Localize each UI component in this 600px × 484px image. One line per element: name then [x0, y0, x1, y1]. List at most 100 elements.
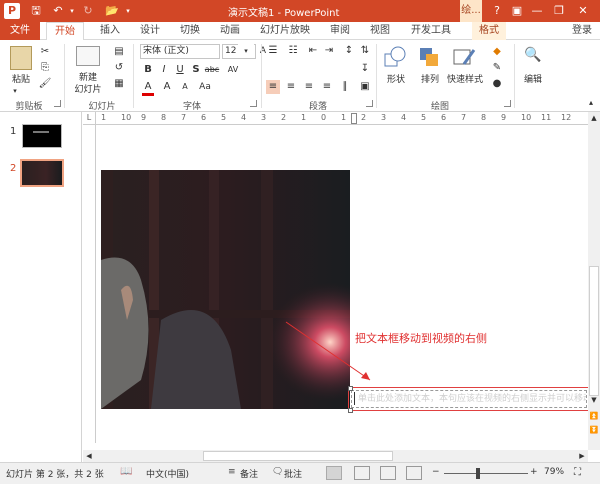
notes-icon[interactable]: ≡ — [228, 467, 236, 477]
increase-indent-icon[interactable]: ⇥ — [322, 44, 336, 58]
font-size-dropdown-icon[interactable]: ▾ — [238, 44, 254, 58]
format-painter-icon[interactable]: 🖌 — [38, 77, 52, 91]
layout-icon[interactable]: ▤ — [112, 45, 126, 59]
editing-button-label[interactable]: 编辑 — [518, 72, 548, 85]
bold-button[interactable]: B — [141, 63, 155, 77]
ribbon-display-options-icon[interactable]: ▣ — [508, 2, 526, 20]
open-folder-icon[interactable]: 📂 — [104, 3, 120, 19]
next-slide-icon[interactable]: ⏬ — [588, 424, 600, 436]
shadow-button[interactable]: S — [189, 63, 203, 77]
decrease-indent-icon[interactable]: ⇤ — [306, 44, 320, 58]
section-icon[interactable]: ▦ — [112, 77, 126, 91]
arrange-button-label[interactable]: 排列 — [414, 72, 446, 85]
change-case-button[interactable]: Aa — [196, 80, 214, 94]
sign-in-link[interactable]: 登录 — [572, 22, 592, 40]
previous-slide-icon[interactable]: ⏫ — [588, 410, 600, 422]
text-direction-icon[interactable]: ⇅ — [358, 44, 372, 58]
zoom-slider-track[interactable] — [444, 473, 528, 474]
clipboard-launcher-icon[interactable] — [54, 100, 61, 107]
vertical-scroll-thumb[interactable] — [589, 266, 599, 396]
comments-icon[interactable]: 🗨 — [272, 467, 283, 477]
numbering-icon[interactable]: ☷ — [286, 44, 300, 58]
slide-2-thumbnail[interactable] — [20, 159, 64, 187]
customize-quick-access-icon[interactable]: ▾ — [120, 3, 136, 19]
zoom-level[interactable]: 79% — [544, 467, 564, 477]
restore-icon[interactable]: ❐ — [550, 2, 568, 20]
reading-view-icon[interactable] — [380, 466, 396, 480]
new-slide-label-2[interactable]: 幻灯片 — [68, 82, 108, 95]
normal-view-icon[interactable] — [326, 466, 342, 480]
undo-dropdown-icon[interactable]: ▾ — [64, 3, 80, 19]
slideshow-view-icon[interactable] — [406, 466, 422, 480]
align-center-icon[interactable]: ≡ — [284, 80, 298, 94]
shrink-font-button[interactable]: A — [178, 80, 192, 94]
tab-slideshow[interactable]: 幻灯片放映 — [256, 22, 314, 40]
scroll-left-icon[interactable]: ◀ — [83, 450, 95, 462]
paste-dropdown-icon[interactable]: ▾ — [8, 84, 22, 98]
help-icon[interactable]: ? — [488, 2, 506, 20]
tab-selector[interactable]: L — [83, 112, 96, 125]
reset-icon[interactable]: ↺ — [112, 61, 126, 75]
slide-textbox[interactable]: 单击此处添加文本，本句应该在视频的右侧显示并可以移动 — [351, 390, 587, 408]
tab-view[interactable]: 视图 — [366, 22, 394, 40]
strikethrough-button[interactable]: abc — [203, 63, 221, 77]
font-color-button[interactable]: A — [141, 80, 155, 94]
resize-handle[interactable] — [348, 408, 353, 413]
paragraph-launcher-icon[interactable] — [366, 100, 373, 107]
comments-button[interactable]: 批注 — [284, 467, 302, 480]
quick-styles-icon[interactable] — [452, 46, 476, 68]
justify-icon[interactable]: ≡ — [320, 80, 334, 94]
zoom-in-icon[interactable]: + — [530, 467, 538, 477]
tab-review[interactable]: 审阅 — [326, 22, 354, 40]
tab-file[interactable]: 文件 — [0, 22, 40, 40]
shapes-icon[interactable] — [384, 46, 406, 68]
align-text-icon[interactable]: ↧ — [358, 62, 372, 76]
line-spacing-icon[interactable]: ↕ — [342, 44, 356, 58]
scroll-right-icon[interactable]: ▶ — [576, 450, 588, 462]
cut-icon[interactable]: ✂ — [38, 45, 52, 59]
redo-icon[interactable]: ↻ — [80, 3, 96, 19]
underline-button[interactable]: U — [173, 63, 187, 77]
tab-format[interactable]: 格式 — [472, 22, 506, 40]
slide-sorter-view-icon[interactable] — [354, 466, 370, 480]
spell-check-icon[interactable]: 📖 — [120, 466, 132, 477]
minimize-icon[interactable]: — — [528, 2, 546, 20]
arrange-icon[interactable] — [418, 46, 440, 68]
fit-slide-icon[interactable]: ⛶ — [574, 467, 581, 478]
italic-button[interactable]: I — [157, 63, 171, 77]
tab-transitions[interactable]: 切换 — [176, 22, 204, 40]
slide-1-thumbnail[interactable] — [22, 124, 62, 148]
align-right-icon[interactable]: ≡ — [302, 80, 316, 94]
resize-handle[interactable] — [348, 386, 353, 391]
shape-fill-icon[interactable]: ◆ — [490, 45, 504, 59]
collapse-ribbon-icon[interactable]: ▴ — [584, 96, 598, 110]
language-status[interactable]: 中文(中国) — [146, 467, 189, 480]
tab-developer[interactable]: 开发工具 — [406, 22, 456, 40]
smartart-icon[interactable]: ▣ — [358, 80, 372, 94]
scroll-down-icon[interactable]: ▼ — [588, 394, 600, 406]
quick-styles-button-label[interactable]: 快速样式 — [444, 72, 486, 85]
paste-icon[interactable] — [10, 46, 32, 70]
character-spacing-button[interactable]: AV — [224, 63, 242, 77]
shapes-button-label[interactable]: 形状 — [380, 72, 412, 85]
drawing-launcher-icon[interactable] — [504, 100, 511, 107]
tab-home[interactable]: 开始 — [46, 22, 84, 41]
tab-insert[interactable]: 插入 — [96, 22, 124, 40]
scroll-up-icon[interactable]: ▲ — [588, 112, 600, 124]
grow-font-button[interactable]: A — [160, 80, 174, 94]
font-launcher-icon[interactable] — [250, 100, 257, 107]
tab-animations[interactable]: 动画 — [216, 22, 244, 40]
vertical-scrollbar[interactable]: ▲ ▼ ⏫ ⏬ — [588, 112, 600, 450]
copy-icon[interactable]: ⎘ — [38, 61, 52, 75]
zoom-out-icon[interactable]: − — [432, 467, 440, 477]
notes-button[interactable]: 备注 — [240, 467, 258, 480]
new-slide-icon[interactable] — [76, 46, 100, 66]
save-icon[interactable]: 🖫 — [28, 3, 44, 19]
zoom-slider-thumb[interactable] — [476, 468, 480, 479]
find-binoculars-icon[interactable]: 🔍 — [524, 48, 542, 66]
horizontal-scroll-thumb[interactable] — [203, 451, 393, 461]
align-left-icon[interactable]: ≡ — [266, 80, 280, 94]
close-icon[interactable]: ✕ — [574, 2, 592, 20]
bullets-icon[interactable]: ☰ — [266, 44, 280, 58]
columns-icon[interactable]: ∥ — [338, 80, 352, 94]
